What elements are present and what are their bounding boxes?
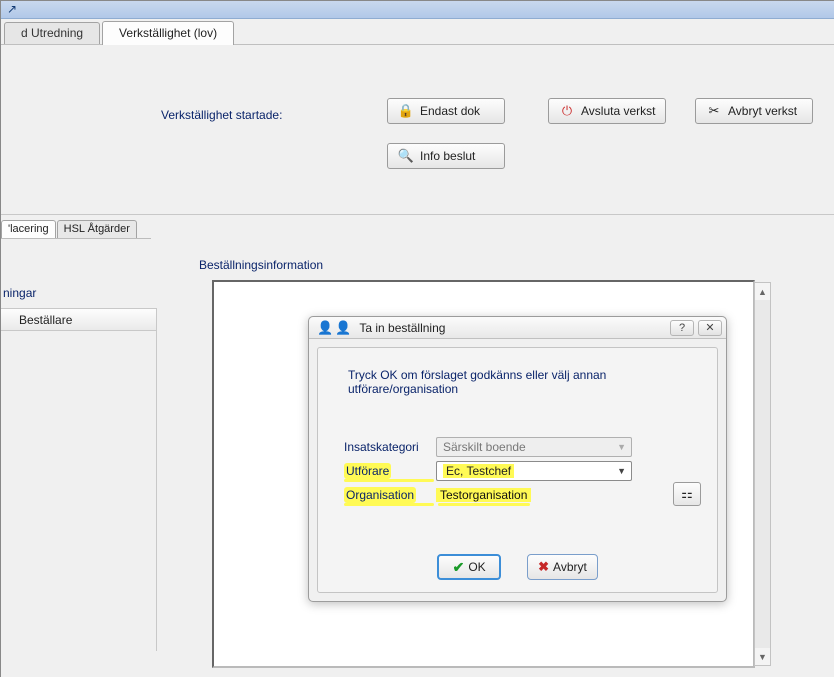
stop-icon: ⏻ bbox=[559, 103, 575, 119]
vertical-scrollbar[interactable]: ▲ ▼ bbox=[754, 282, 771, 666]
organisation-label-text: Organisation bbox=[344, 487, 416, 503]
avbryt-verkst-button[interactable]: ✂ Avbryt verkst bbox=[695, 98, 813, 124]
highlight-decoration bbox=[344, 503, 434, 506]
endast-dok-button[interactable]: 🔒 Endast dok bbox=[387, 98, 505, 124]
help-icon: ? bbox=[679, 322, 685, 334]
secondary-tabstrip: 'lacering HSL Åtgärder bbox=[1, 220, 151, 239]
insatskategori-row: Insatskategori Särskilt boende ▼ bbox=[344, 436, 632, 458]
person-icon: 👤 bbox=[317, 320, 333, 336]
help-button[interactable]: ? bbox=[670, 320, 694, 336]
ok-button[interactable]: ✔ OK bbox=[437, 554, 501, 580]
info-icon: 🔍 bbox=[398, 148, 414, 164]
avsluta-verkst-button[interactable]: ⏻ Avsluta verkst bbox=[548, 98, 666, 124]
button-label: Avsluta verkst bbox=[581, 104, 655, 118]
utforare-label-text: Utförare bbox=[344, 463, 391, 479]
insatskategori-label: Insatskategori bbox=[344, 440, 436, 454]
column-header-label: Beställare bbox=[19, 313, 72, 327]
organisation-value: Testorganisation bbox=[436, 488, 531, 502]
scroll-down-arrow-icon[interactable]: ▼ bbox=[755, 648, 770, 665]
insatskategori-select: Särskilt boende ▼ bbox=[436, 437, 632, 457]
select-value: Särskilt boende bbox=[443, 440, 526, 454]
window-titlebar: ↗ bbox=[1, 1, 834, 19]
cancel-button[interactable]: ✖ Avbryt bbox=[527, 554, 598, 580]
utforare-label: Utförare bbox=[344, 464, 436, 478]
dialog-titlebar[interactable]: 👤 👤 Ta in beställning ? ✕ bbox=[309, 317, 726, 339]
bestallningsinformation-title: Beställningsinformation bbox=[199, 258, 323, 272]
tab-label: d Utredning bbox=[21, 26, 83, 40]
info-beslut-button[interactable]: 🔍 Info beslut bbox=[387, 143, 505, 169]
toolbar-area: Verkställighet startade: 🔒 Endast dok ⏻ … bbox=[1, 45, 834, 215]
tab-placering[interactable]: 'lacering bbox=[1, 220, 56, 238]
button-label: Avbryt verkst bbox=[728, 104, 797, 118]
dialog-title: Ta in beställning bbox=[359, 321, 670, 335]
ningar-label: ningar bbox=[3, 286, 36, 300]
button-label: OK bbox=[468, 560, 485, 574]
person-icon: 👤 bbox=[335, 320, 351, 336]
tab-verkstallighet[interactable]: Verkställighet (lov) bbox=[102, 21, 234, 45]
org-tree-icon: ⚏ bbox=[681, 486, 693, 502]
organisation-picker-button[interactable]: ⚏ bbox=[673, 482, 701, 506]
organisation-label: Organisation bbox=[344, 488, 436, 502]
tab-utredning[interactable]: d Utredning bbox=[4, 22, 100, 44]
main-tabstrip: d Utredning Verkställighet (lov) bbox=[1, 19, 834, 45]
chevron-down-icon: ▼ bbox=[617, 466, 631, 476]
close-button[interactable]: ✕ bbox=[698, 320, 722, 336]
tab-label: Verkställighet (lov) bbox=[119, 26, 217, 40]
cancel-icon: ✖ bbox=[538, 559, 549, 575]
bestallare-column-header[interactable]: Beställare bbox=[1, 308, 157, 331]
close-icon: ✕ bbox=[705, 321, 714, 334]
select-value: Ec, Testchef bbox=[443, 464, 514, 478]
ta-in-bestallning-dialog: 👤 👤 Ta in beställning ? ✕ Tryck OK om fö… bbox=[308, 316, 727, 602]
dialog-body: Tryck OK om förslaget godkänns eller väl… bbox=[317, 347, 718, 593]
check-icon: ✔ bbox=[453, 559, 465, 576]
verkstallighet-start-label: Verkställighet startade: bbox=[161, 108, 282, 122]
lock-icon: 🔒 bbox=[398, 103, 414, 119]
button-label: Avbryt bbox=[553, 560, 587, 574]
tab-label: HSL Åtgärder bbox=[64, 223, 130, 235]
button-label: Endast dok bbox=[420, 104, 480, 118]
corner-glyph: ↗ bbox=[7, 2, 17, 16]
tab-label: 'lacering bbox=[8, 223, 49, 235]
highlight-decoration bbox=[438, 503, 530, 506]
cancel-icon: ✂ bbox=[706, 103, 722, 119]
dialog-button-row: ✔ OK ✖ Avbryt bbox=[318, 554, 717, 580]
dialog-instruction: Tryck OK om förslaget godkänns eller väl… bbox=[348, 368, 697, 396]
button-label: Info beslut bbox=[420, 149, 475, 163]
bestallare-list[interactable] bbox=[1, 331, 157, 651]
highlight-decoration bbox=[344, 479, 434, 482]
chevron-down-icon: ▼ bbox=[617, 442, 631, 452]
scroll-up-arrow-icon[interactable]: ▲ bbox=[755, 283, 770, 300]
utforare-select[interactable]: Ec, Testchef ▼ bbox=[436, 461, 632, 481]
tab-hsl-atgarder[interactable]: HSL Åtgärder bbox=[57, 220, 137, 238]
